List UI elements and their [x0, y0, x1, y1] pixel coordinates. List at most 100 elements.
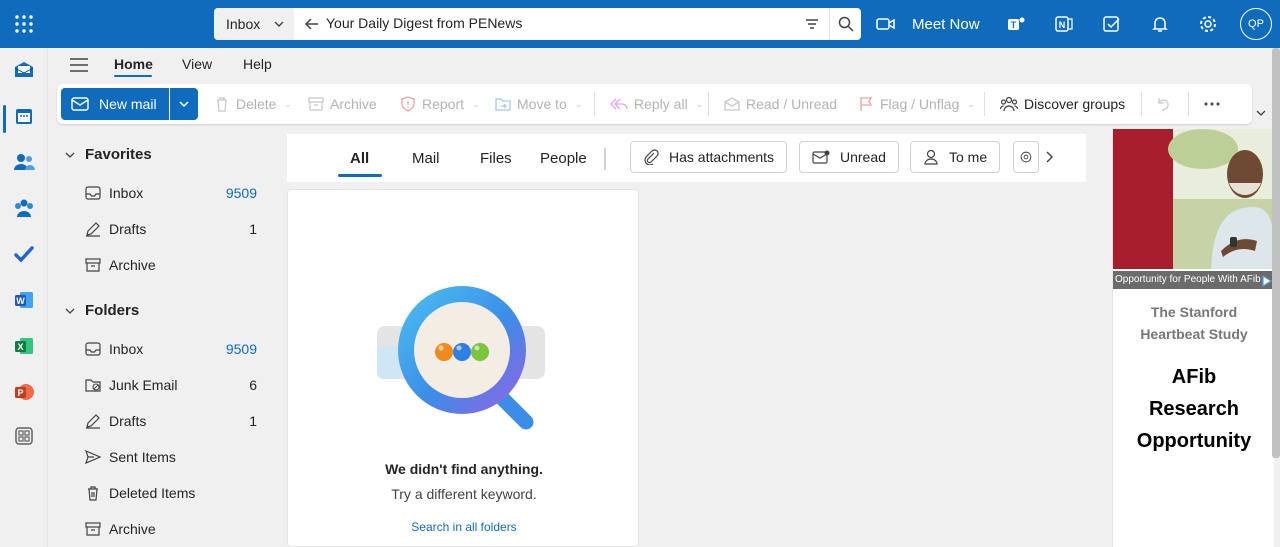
search-button[interactable] — [829, 8, 861, 40]
unread-count: 9509 — [225, 341, 257, 357]
reply-all-icon — [610, 98, 628, 110]
folder-drafts[interactable]: Drafts 1 — [85, 409, 257, 433]
more-options-button[interactable] — [1203, 84, 1221, 124]
archive-icon — [85, 522, 101, 536]
move-to-button[interactable]: Move to ⌄ — [495, 84, 582, 124]
folder-name: Drafts — [109, 413, 147, 429]
divider — [1141, 92, 1142, 116]
search-input[interactable]: Your Daily Digest from PENews — [326, 15, 522, 31]
powerpoint-icon[interactable]: P — [12, 380, 36, 404]
page-scrollbar[interactable] — [1272, 48, 1280, 458]
flag-unflag-label: Flag / Unflag — [880, 96, 960, 112]
mail-icon[interactable] — [12, 58, 36, 82]
divider — [708, 92, 709, 116]
filter-tab-people[interactable]: People — [540, 150, 587, 167]
teams-icon[interactable]: T — [1004, 12, 1028, 36]
filter-tab-mail[interactable]: Mail — [412, 150, 440, 167]
ad-headline-line-2: Research — [1148, 398, 1240, 420]
more-apps-icon[interactable] — [12, 424, 36, 448]
ad-headline: AFib Research Opportunity — [1113, 361, 1275, 457]
todo-icon[interactable] — [12, 242, 36, 266]
filter-tab-all[interactable]: All — [350, 150, 369, 167]
onenote-icon[interactable]: N — [1052, 12, 1076, 36]
has-attachments-filter[interactable]: Has attachments — [630, 141, 788, 173]
delete-label: Delete — [236, 96, 277, 112]
tab-view[interactable]: View — [182, 56, 212, 72]
app-launcher-icon[interactable] — [0, 0, 48, 48]
favorites-section-header[interactable]: Favorites — [65, 146, 152, 163]
bell-icon[interactable] — [1148, 12, 1172, 36]
ad-image[interactable] — [1113, 129, 1275, 269]
folder-junk-email[interactable]: Junk Email 6 — [85, 373, 257, 397]
chevron-down-icon: ⌄ — [695, 98, 704, 109]
folder-deleted-items[interactable]: Deleted Items — [85, 481, 257, 505]
video-camera-icon — [876, 18, 895, 30]
chevron-down-icon: ⌄ — [967, 98, 975, 109]
search-scope-dropdown[interactable]: Inbox — [214, 8, 294, 40]
folder-sent-items[interactable]: Sent Items — [85, 445, 257, 469]
tab-home[interactable]: Home — [114, 56, 153, 72]
excel-icon[interactable]: X — [12, 334, 36, 358]
back-arrow-icon[interactable] — [304, 16, 320, 35]
folder-name: Deleted Items — [109, 485, 196, 501]
favorite-drafts[interactable]: Drafts 1 — [85, 217, 257, 241]
folder-name: Sent Items — [109, 449, 176, 465]
avatar[interactable]: QP — [1240, 8, 1272, 40]
inbox-icon — [85, 342, 101, 356]
folder-archive[interactable]: Archive — [85, 517, 257, 541]
gear-icon[interactable] — [1196, 12, 1220, 36]
folder-inbox[interactable]: Inbox 9509 — [85, 337, 257, 361]
favorite-inbox[interactable]: Inbox 9509 — [85, 181, 257, 205]
archive-button[interactable]: Archive — [308, 84, 377, 124]
search-box[interactable]: Inbox Your Daily Digest from PENews — [214, 8, 861, 40]
hamburger-menu-icon[interactable] — [68, 54, 90, 76]
delete-button[interactable]: Delete ⌄ — [214, 84, 292, 124]
ad-caption: Opportunity for People With AFib — [1113, 271, 1275, 289]
scroll-filters-right-icon[interactable] — [1043, 150, 1055, 167]
todo-check-icon[interactable] — [1100, 12, 1124, 36]
filter-icon[interactable] — [804, 16, 820, 35]
flag-icon — [860, 97, 873, 111]
unread-filter[interactable]: Unread — [799, 141, 899, 173]
svg-text:T: T — [1011, 20, 1017, 30]
ad-sponsor: The Stanford Heartbeat Study — [1113, 301, 1275, 345]
folder-name: Junk Email — [109, 377, 178, 393]
people-icon[interactable] — [12, 150, 36, 174]
read-unread-button[interactable]: Read / Unread — [724, 84, 837, 124]
discover-groups-button[interactable]: Discover groups — [1000, 84, 1125, 124]
empty-state-title: We didn't find anything. — [385, 461, 543, 477]
groups-icon[interactable] — [12, 196, 36, 220]
to-me-filter[interactable]: To me — [910, 141, 1001, 173]
flag-unflag-button[interactable]: Flag / Unflag ⌄ — [858, 84, 975, 124]
ad-panel[interactable]: Opportunity for People With AFib The Sta… — [1112, 129, 1275, 547]
filter-tab-files[interactable]: Files — [480, 150, 512, 167]
undo-button[interactable] — [1155, 84, 1171, 124]
calendar-icon[interactable] — [12, 104, 36, 128]
trash-icon — [88, 486, 98, 501]
folder-pane: Favorites Inbox 9509 Drafts 1 Archive Fo… — [49, 132, 279, 547]
inbox-icon — [85, 186, 101, 200]
message-list: We didn't find anything. Try a different… — [287, 189, 639, 547]
paperclip-icon — [644, 149, 659, 165]
favorite-archive[interactable]: Archive — [85, 253, 257, 277]
report-button[interactable]: Report ⌄ — [400, 84, 480, 124]
meet-now-button[interactable]: Meet Now — [876, 0, 980, 48]
ad-choices-icon[interactable] — [1262, 274, 1273, 290]
word-icon[interactable]: W — [12, 288, 36, 312]
item-count: 6 — [249, 377, 257, 393]
groups-icon — [1000, 96, 1018, 112]
search-icon — [838, 16, 854, 32]
ribbon-expand-chevron-icon[interactable] — [1255, 106, 1267, 122]
new-mail-dropdown[interactable] — [170, 88, 198, 120]
mentions-filter[interactable] — [1013, 141, 1039, 173]
envelope-icon — [71, 97, 89, 111]
new-mail-button[interactable]: New mail — [61, 88, 169, 120]
search-all-folders-link[interactable]: Search in all folders — [288, 520, 640, 534]
unread-envelope-icon — [812, 150, 830, 164]
active-tab-indicator — [114, 75, 152, 77]
reply-all-button[interactable]: Reply all ⌄ — [610, 84, 703, 124]
top-header-bar: Inbox Your Daily Digest from PENews Meet… — [0, 0, 1280, 48]
tab-help[interactable]: Help — [243, 56, 272, 72]
folders-section-header[interactable]: Folders — [65, 302, 139, 319]
move-to-label: Move to — [517, 96, 567, 112]
